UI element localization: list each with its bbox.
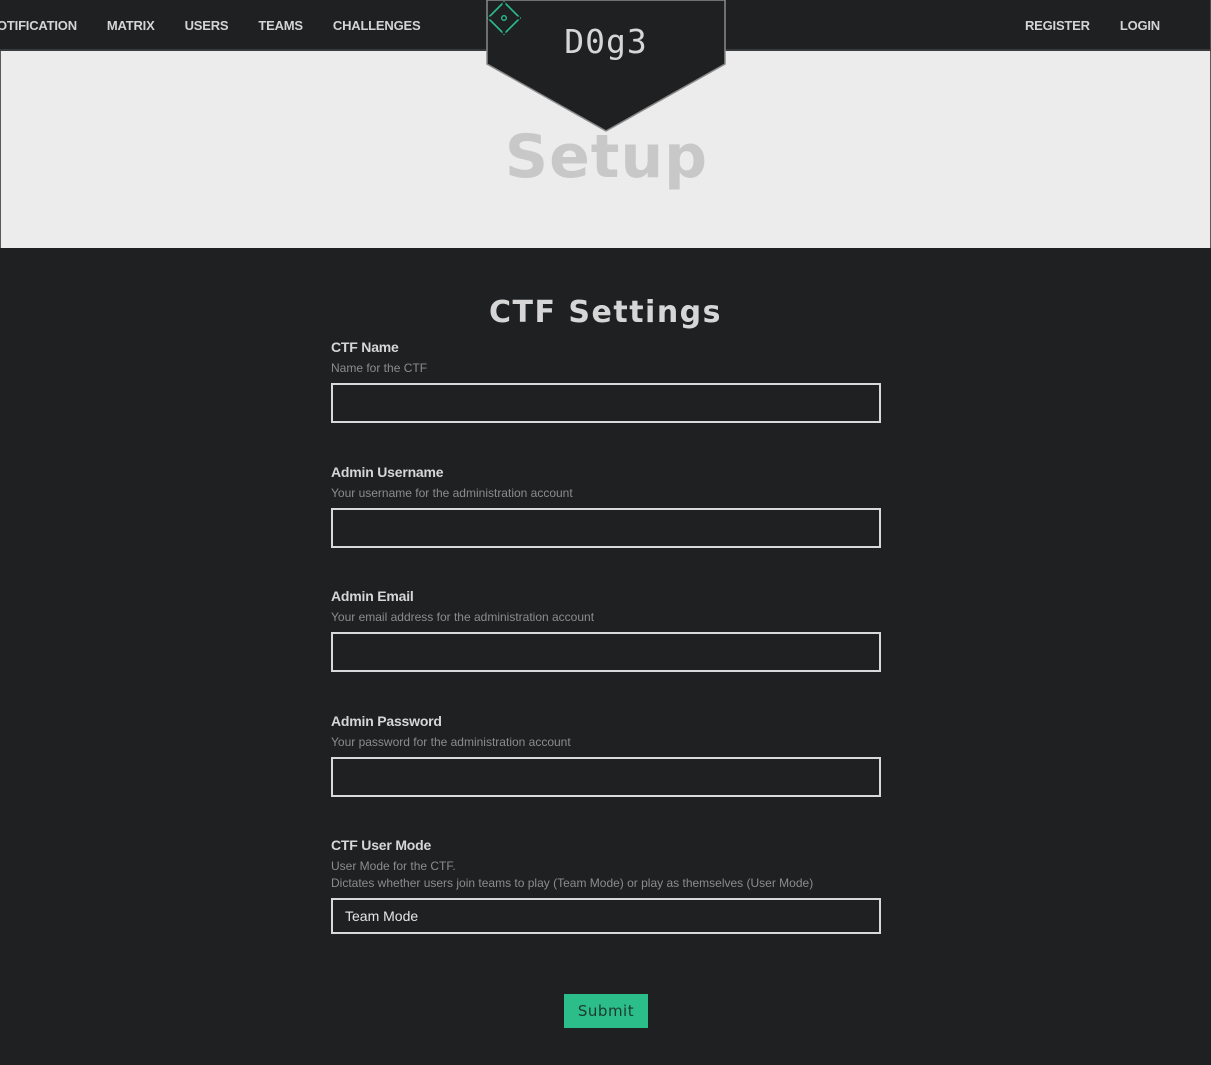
diamond-target-icon [486, 0, 522, 36]
admin-password-input[interactable] [331, 757, 881, 797]
setup-form-section: CTF Settings CTF Name Name for the CTF A… [0, 248, 1211, 1065]
admin-password-label: Admin Password [331, 713, 442, 729]
ctf-name-help: Name for the CTF [331, 361, 428, 375]
nav-link-register[interactable]: REGISTER [1025, 18, 1090, 34]
nav-link-teams[interactable]: TEAMS [258, 18, 303, 34]
user-mode-label: CTF User Mode [331, 837, 432, 853]
admin-email-group: Admin Email Your email address for the a… [331, 587, 881, 672]
admin-email-help: Your email address for the administratio… [331, 610, 595, 624]
admin-username-label: Admin Username [331, 464, 444, 480]
user-mode-group: CTF User Mode User Mode for the CTF. Dic… [331, 836, 881, 934]
admin-password-group: Admin Password Your password for the adm… [331, 712, 881, 797]
form-title: CTF Settings [488, 295, 723, 330]
admin-username-help: Your username for the administration acc… [331, 486, 573, 500]
admin-email-input[interactable] [331, 632, 881, 672]
nav-link-notification[interactable]: OTIFICATION [0, 18, 77, 34]
site-logo[interactable]: D0g3 [486, 0, 726, 132]
nav-link-users[interactable]: USERS [185, 18, 229, 34]
nav-link-login[interactable]: LOGIN [1120, 18, 1160, 34]
nav-link-matrix[interactable]: MATRIX [107, 18, 155, 34]
nav-right-group: REGISTER LOGIN [1025, 0, 1210, 51]
admin-password-help: Your password for the administration acc… [331, 735, 571, 749]
ctf-name-label: CTF Name [331, 339, 399, 355]
logo-text: D0g3 [564, 22, 648, 61]
ctf-name-input[interactable] [331, 383, 881, 423]
submit-button[interactable]: Submit [564, 994, 648, 1028]
user-mode-select[interactable]: Team Mode [331, 898, 881, 934]
nav-left-group: OTIFICATION MATRIX USERS TEAMS CHALLENGE… [0, 0, 450, 51]
nav-link-challenges[interactable]: CHALLENGES [333, 18, 421, 34]
admin-username-group: Admin Username Your username for the adm… [331, 463, 881, 548]
admin-email-label: Admin Email [331, 588, 414, 604]
user-mode-help-line1: User Mode for the CTF. [331, 859, 456, 873]
logo-shield-shape [486, 0, 726, 132]
ctf-name-group: CTF Name Name for the CTF [331, 338, 881, 423]
user-mode-help-line2: Dictates whether users join teams to pla… [331, 876, 814, 890]
user-mode-selected-value: Team Mode [345, 908, 419, 924]
admin-username-input[interactable] [331, 508, 881, 548]
